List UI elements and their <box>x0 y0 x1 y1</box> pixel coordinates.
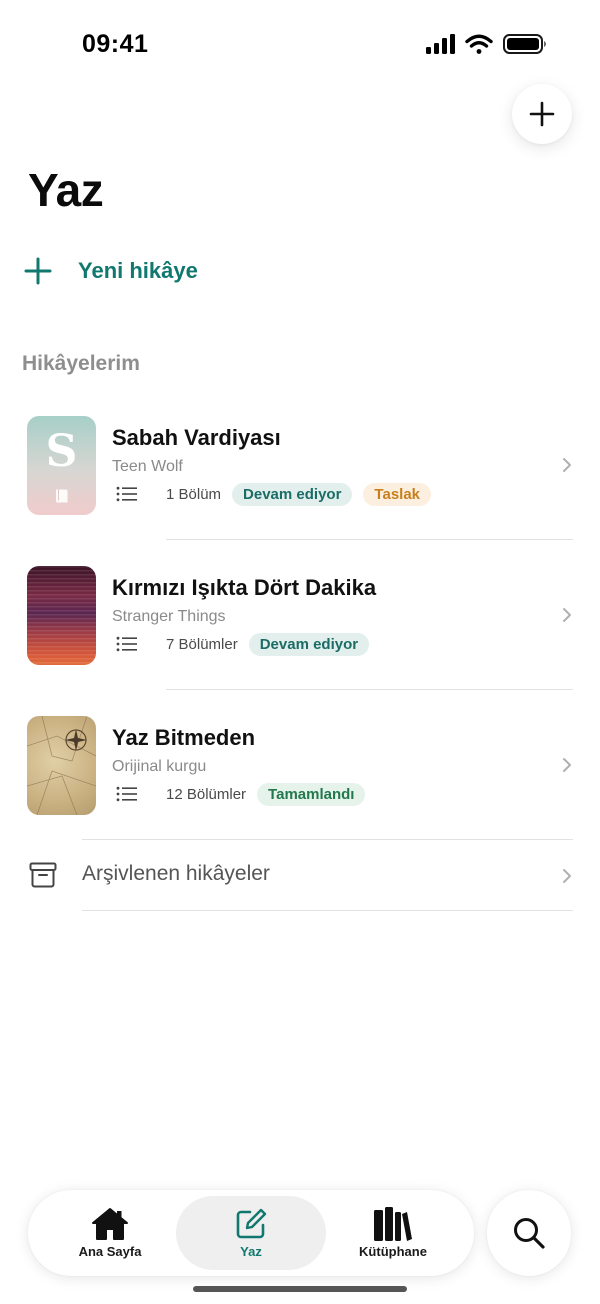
divider <box>82 839 573 840</box>
plus-icon <box>529 101 555 127</box>
compass-icon <box>65 729 87 751</box>
story-title: Yaz Bitmeden <box>112 725 256 750</box>
archive-icon <box>29 862 57 888</box>
story-fandom: Orijinal kurgu <box>112 758 207 775</box>
archived-stories-row[interactable]: Arşivlenen hikâyeler <box>0 846 600 908</box>
section-title: Hikâyelerim <box>22 352 140 375</box>
chapter-count: 12 Bölümler <box>166 785 247 803</box>
chevron-right-icon <box>563 608 571 622</box>
list-icon <box>116 486 137 502</box>
story-item[interactable]: S Sabah Vardiyası Teen Wolf 1 Bölüm Deva… <box>0 416 600 566</box>
list-icon <box>116 636 137 652</box>
divider <box>166 689 573 690</box>
tab-write[interactable]: Yaz <box>176 1196 326 1270</box>
story-cover <box>27 566 96 665</box>
status-badge: Tamamlandı <box>257 782 366 806</box>
tab-label: Yaz <box>240 1244 262 1259</box>
library-icon <box>374 1207 412 1241</box>
compose-icon <box>236 1208 267 1239</box>
new-story-button[interactable]: Yeni hikâye <box>24 252 198 290</box>
chevron-right-icon <box>563 458 571 472</box>
search-button[interactable] <box>487 1190 571 1276</box>
cover-letter: S <box>45 426 78 477</box>
search-icon <box>514 1218 545 1249</box>
plus-icon <box>24 257 52 285</box>
home-icon <box>92 1208 128 1240</box>
chevron-right-icon <box>563 869 571 883</box>
story-item[interactable]: Kırmızı Işıkta Dört Dakika Stranger Thin… <box>0 566 600 716</box>
chevron-right-icon <box>563 758 571 772</box>
add-button[interactable] <box>512 84 572 144</box>
story-cover <box>27 716 96 815</box>
story-item[interactable]: Yaz Bitmeden Orijinal kurgu 12 Bölümler … <box>0 716 600 866</box>
battery-icon <box>503 34 546 54</box>
story-fandom: Teen Wolf <box>112 458 183 475</box>
tab-label: Kütüphane <box>359 1244 427 1259</box>
divider <box>166 539 573 540</box>
story-title: Sabah Vardiyası <box>112 425 281 450</box>
status-badge: Devam ediyor <box>232 482 353 506</box>
story-cover: S <box>27 416 96 515</box>
wifi-icon <box>465 34 493 54</box>
list-icon <box>116 786 137 802</box>
chapter-count: 1 Bölüm <box>166 485 222 503</box>
divider <box>82 910 573 911</box>
tab-home[interactable]: Ana Sayfa <box>35 1196 185 1270</box>
home-indicator <box>193 1286 407 1292</box>
story-title: Kırmızı Işıkta Dört Dakika <box>112 575 377 600</box>
book-icon <box>56 489 68 503</box>
chapter-count: 7 Bölümler <box>166 635 238 653</box>
status-time: 09:41 <box>82 30 149 58</box>
new-story-label: Yeni hikâye <box>78 258 198 283</box>
tab-bar: Ana Sayfa Yaz Kütüphane <box>28 1190 474 1276</box>
tab-library[interactable]: Kütüphane <box>318 1196 468 1270</box>
story-fandom: Stranger Things <box>112 608 226 625</box>
status-icons <box>426 34 546 54</box>
map-pattern <box>27 716 96 815</box>
tab-label: Ana Sayfa <box>78 1244 142 1259</box>
archived-stories-label: Arşivlenen hikâyeler <box>82 862 270 885</box>
status-badge: Devam ediyor <box>248 632 370 656</box>
signal-icon <box>426 34 455 54</box>
status-badge: Taslak <box>363 482 432 506</box>
page-title: Yaz <box>28 164 104 216</box>
